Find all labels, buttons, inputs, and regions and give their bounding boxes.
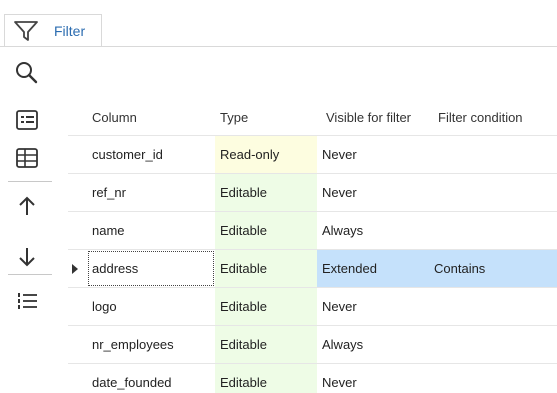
table-row[interactable]: nr_employees Editable Always — [68, 325, 557, 363]
cell-filter-condition[interactable] — [429, 326, 557, 363]
cell-visible-for-filter[interactable]: Always — [317, 326, 429, 363]
cell-column[interactable]: logo — [87, 288, 215, 325]
properties-list-icon — [16, 110, 38, 130]
cell-visible-for-filter[interactable]: Never — [317, 364, 429, 393]
move-down-button[interactable] — [8, 240, 46, 274]
cell-type: Editable — [215, 212, 317, 249]
properties-button[interactable] — [8, 103, 46, 137]
numbered-list-icon — [18, 293, 37, 309]
cell-filter-condition[interactable]: Contains — [429, 250, 557, 287]
cell-type: Editable — [215, 250, 317, 287]
arrow-down-icon — [19, 248, 35, 267]
cell-column[interactable]: ref_nr — [87, 174, 215, 211]
cell-visible-for-filter[interactable]: Always — [317, 212, 429, 249]
arrow-up-icon — [19, 196, 35, 215]
table-button[interactable] — [8, 141, 46, 175]
cell-type: Editable — [215, 174, 317, 211]
cell-filter-condition[interactable] — [429, 136, 557, 173]
cell-column[interactable]: date_founded — [87, 364, 215, 393]
cell-filter-condition[interactable] — [429, 288, 557, 325]
side-toolbar — [0, 47, 60, 393]
tab-filter[interactable]: Filter — [4, 14, 102, 47]
cell-type: Editable — [215, 364, 317, 393]
header-filter-condition[interactable]: Filter condition — [438, 98, 523, 138]
tab-filter-label: Filter — [54, 23, 86, 39]
table-grid-icon — [16, 148, 38, 168]
cell-visible-for-filter[interactable]: Extended — [317, 250, 429, 287]
current-row-indicator-icon — [72, 264, 78, 274]
cell-column[interactable]: nr_employees — [87, 326, 215, 363]
cell-visible-for-filter[interactable]: Never — [317, 174, 429, 211]
toolbar-separator — [8, 274, 52, 275]
table-row[interactable]: logo Editable Never — [68, 287, 557, 325]
table-row[interactable]: customer_id Read-only Never — [68, 135, 557, 173]
cell-type: Read-only — [215, 136, 317, 173]
window-top-edge — [0, 0, 557, 10]
search-icon — [16, 62, 38, 84]
cell-type: Editable — [215, 326, 317, 363]
cell-column[interactable]: address — [87, 250, 215, 287]
cell-column[interactable]: customer_id — [87, 136, 215, 173]
order-button[interactable] — [8, 284, 46, 318]
header-column[interactable]: Column — [92, 98, 137, 138]
cell-filter-condition[interactable] — [429, 174, 557, 211]
tab-strip-border — [0, 46, 557, 47]
cell-filter-condition[interactable] — [429, 212, 557, 249]
filter-editor-window: Filter Column Type Visible for filter Fi… — [0, 0, 557, 393]
toolbar-separator — [8, 181, 52, 182]
filter-funnel-icon — [14, 21, 38, 41]
table-row[interactable]: ref_nr Editable Never — [68, 173, 557, 211]
header-type[interactable]: Type — [220, 98, 248, 138]
cell-type: Editable — [215, 288, 317, 325]
table-row-selected[interactable]: address Editable Extended Contains — [68, 249, 557, 287]
header-visible-for-filter[interactable]: Visible for filter — [326, 98, 411, 138]
search-button[interactable] — [8, 56, 46, 90]
cell-column[interactable]: name — [87, 212, 215, 249]
cell-visible-for-filter[interactable]: Never — [317, 136, 429, 173]
table-row[interactable]: name Editable Always — [68, 211, 557, 249]
cell-visible-for-filter[interactable]: Never — [317, 288, 429, 325]
table-row[interactable]: date_founded Editable Never — [68, 363, 557, 393]
move-up-button[interactable] — [8, 189, 46, 223]
cell-filter-condition[interactable] — [429, 364, 557, 393]
